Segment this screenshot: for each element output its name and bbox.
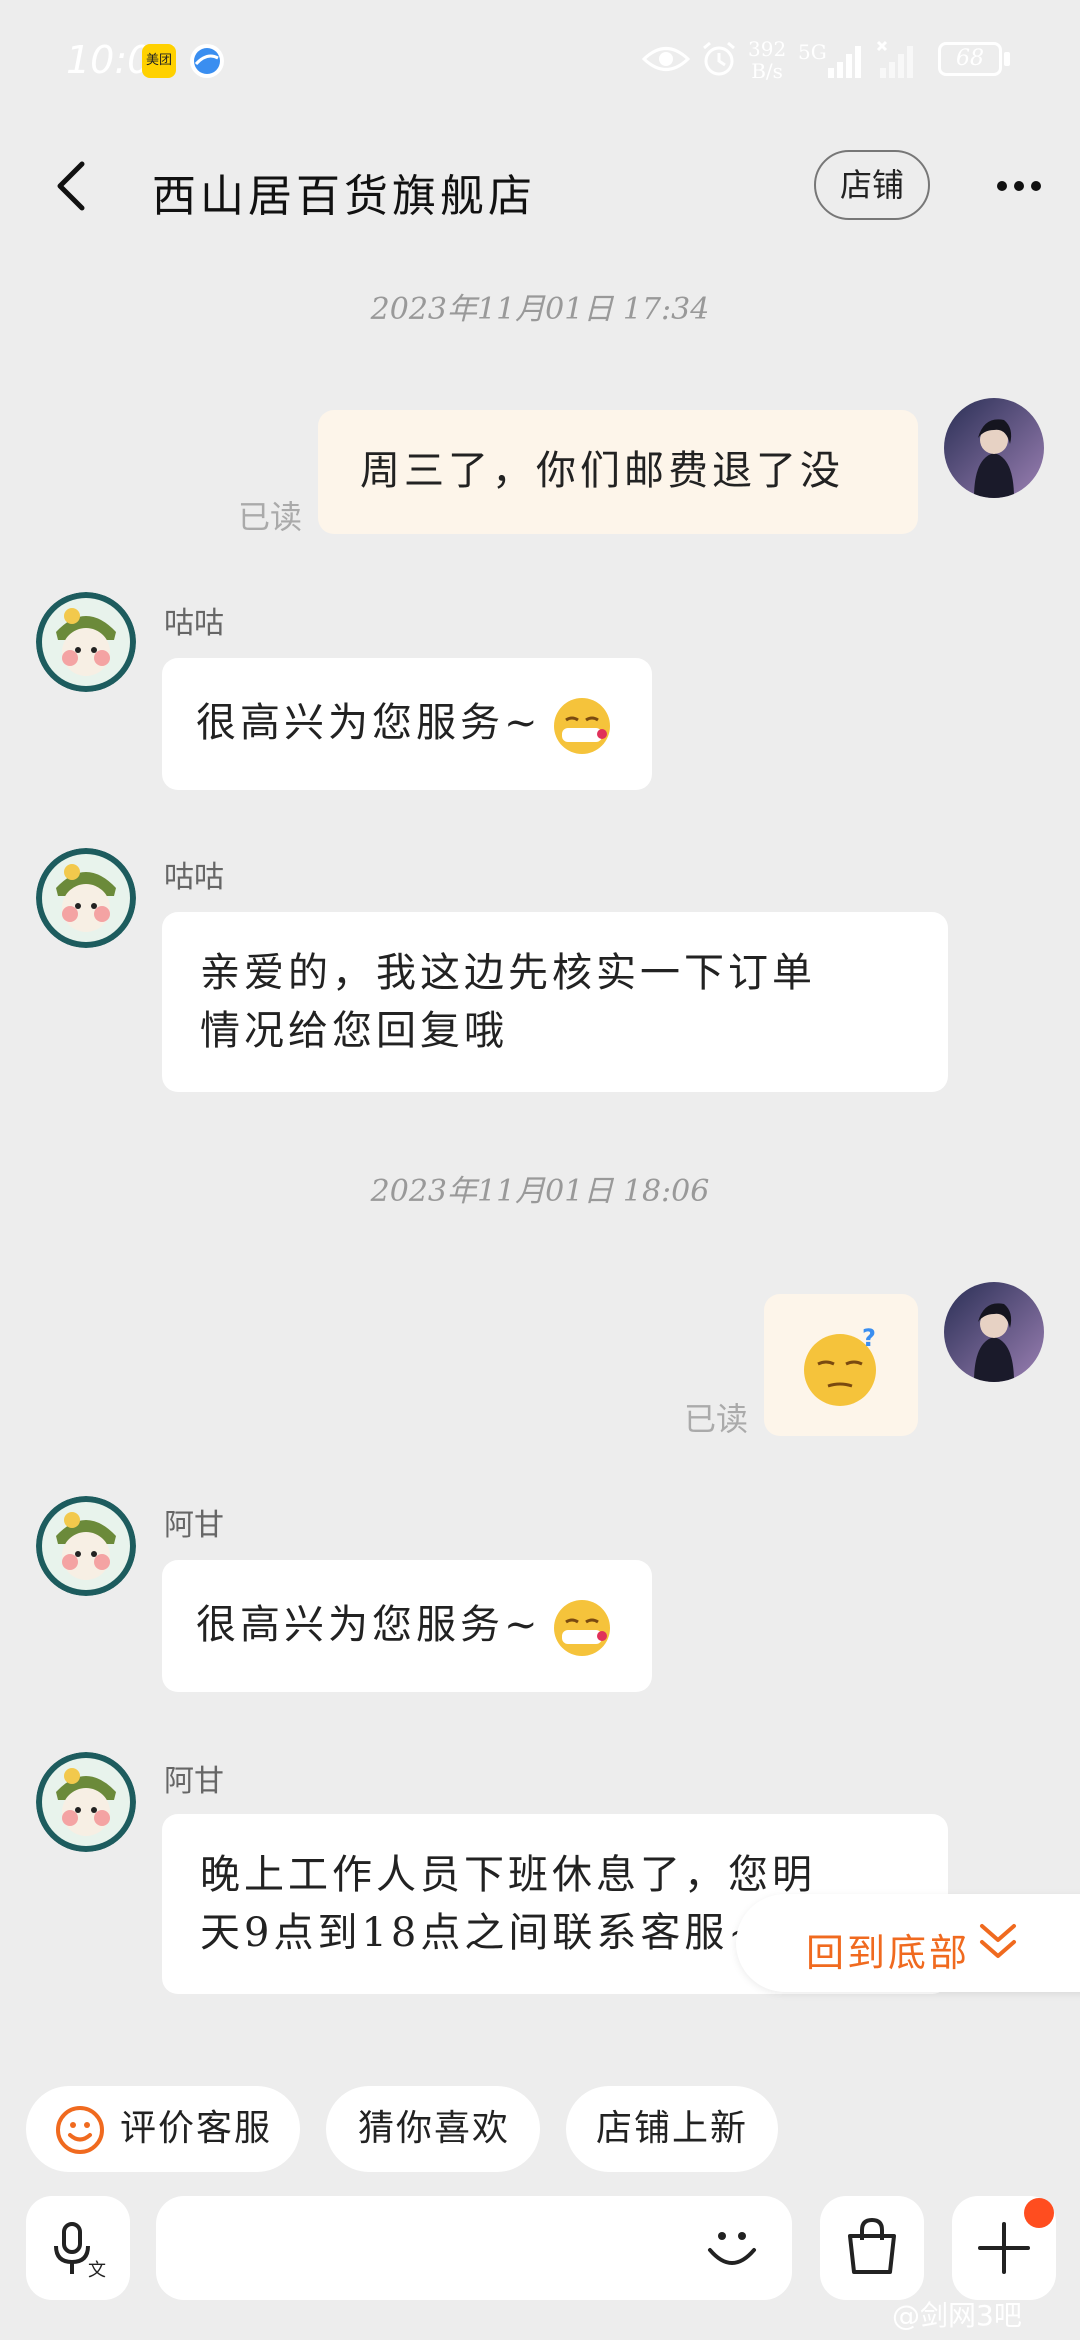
message-bubble-outgoing: ? (764, 1294, 918, 1436)
message-text-line: 情况给您回复哦 (200, 1008, 508, 1054)
back-arrow-icon[interactable] (50, 158, 98, 214)
chat-timestamp: 2023年11月01日 18:06 (370, 1174, 710, 1209)
watermark: @剑网3吧 (892, 2299, 1022, 2332)
plus-icon (978, 2222, 1030, 2274)
message-text: 很高兴为您服务~ (196, 700, 542, 746)
more-options-icon[interactable] (996, 180, 1042, 192)
shopping-bag-button[interactable] (820, 2196, 924, 2300)
message-bubble-incoming: 很高兴为您服务~ (162, 1560, 652, 1692)
alarm-icon (703, 41, 735, 76)
status-bar: 10:06 美团 392 B/s 5G 68 (0, 0, 1080, 120)
battery-tip (1004, 52, 1010, 66)
message-input[interactable] (156, 2196, 792, 2300)
browser-app-icon (190, 44, 224, 78)
confused-emoji-icon: ? (804, 1324, 880, 1406)
emoji-icon[interactable] (702, 2218, 762, 2278)
chip-new-arrivals[interactable]: 店铺上新 (566, 2086, 778, 2172)
svg-text:文: 文 (88, 2260, 106, 2280)
sender-name: 阿甘 (164, 1508, 224, 1543)
double-chevron-down-icon[interactable] (978, 1920, 1018, 1964)
message-text-line: 亲爱的，我这边先核实一下订单 (200, 950, 816, 996)
shopping-bag-icon (848, 2217, 896, 2274)
smiley-icon (56, 2106, 104, 2154)
chip-label: 猜你喜欢 (358, 2108, 511, 2149)
message-text: 周三了，你们邮费退了没 (360, 448, 844, 494)
eye-icon (642, 47, 690, 71)
network-type: 5G (798, 40, 827, 64)
signal-weak-icon (876, 40, 913, 78)
meituan-app-icon: 美团 (142, 44, 176, 78)
chip-label: 评价客服 (120, 2108, 273, 2149)
agent-avatar[interactable] (36, 1752, 136, 1852)
chip-guess-you-like[interactable]: 猜你喜欢 (326, 2086, 540, 2172)
page-title: 西山居百货旗舰店 (152, 171, 536, 222)
chat-timestamp: 2023年11月01日 17:34 (370, 292, 710, 327)
sender-name: 咕咕 (164, 860, 224, 895)
signal-icon (828, 46, 861, 78)
my-avatar[interactable] (944, 398, 1044, 498)
chip-label: 店铺上新 (596, 2108, 749, 2149)
svg-text:?: ? (862, 1324, 880, 1352)
voice-button[interactable]: 文 (26, 2196, 130, 2300)
agent-avatar[interactable] (36, 1496, 136, 1596)
read-status: 已读 (238, 498, 303, 536)
agent-avatar[interactable] (36, 592, 136, 692)
store-button[interactable]: 店铺 (814, 150, 930, 220)
read-status: 已读 (684, 1400, 749, 1438)
my-avatar[interactable] (944, 1282, 1044, 1382)
back-to-bottom-label[interactable]: 回到底部 (806, 1922, 970, 1977)
mask-emoji-icon (554, 1600, 610, 1656)
microphone-icon: 文 (54, 2222, 106, 2280)
message-text: 很高兴为您服务~ (196, 1602, 542, 1648)
sender-name: 咕咕 (164, 606, 224, 641)
sender-name: 阿甘 (164, 1764, 224, 1799)
battery-indicator: 68 (938, 42, 1002, 76)
message-bubble-incoming: 亲爱的，我这边先核实一下订单 情况给您回复哦 (162, 912, 948, 1092)
agent-avatar[interactable] (36, 848, 136, 948)
notification-dot (1024, 2198, 1054, 2228)
network-speed: 392 B/s (748, 37, 787, 83)
mask-emoji-icon (554, 698, 610, 754)
message-bubble-outgoing: 周三了，你们邮费退了没 (318, 410, 918, 534)
message-bubble-incoming: 很高兴为您服务~ (162, 658, 652, 790)
